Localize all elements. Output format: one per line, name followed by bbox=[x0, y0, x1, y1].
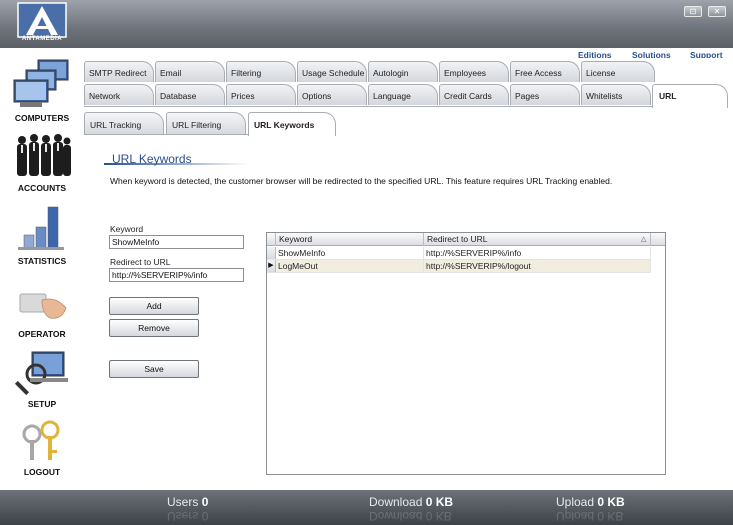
antamedia-logo: ANTAMEDIA bbox=[14, 2, 70, 46]
logo-text: ANTAMEDIA bbox=[21, 36, 63, 42]
sort-arrow-icon: △ bbox=[641, 236, 647, 243]
tab-smtp-redirect[interactable]: SMTP Redirect bbox=[84, 61, 154, 82]
sidebar-item-accounts[interactable]: ACCOUNTS bbox=[0, 132, 84, 193]
sidebar-item-label: SETUP bbox=[27, 399, 57, 409]
tab-divider bbox=[84, 106, 652, 107]
grid-corner bbox=[267, 233, 276, 246]
sidebar-item-setup[interactable]: SETUP bbox=[0, 350, 84, 409]
download-reflection: Download 0 KB bbox=[369, 509, 452, 523]
sidebar-item-label: LOGOUT bbox=[23, 467, 61, 477]
upload-value: 0 KB bbox=[597, 495, 625, 509]
row-indicator bbox=[267, 247, 276, 259]
keyword-input[interactable] bbox=[109, 235, 244, 249]
tab-credit-cards[interactable]: Credit Cards bbox=[439, 84, 509, 105]
redirect-label: Redirect to URL bbox=[110, 257, 171, 267]
statistics-icon bbox=[18, 206, 64, 250]
url-cell: http://%SERVERIP%/logout bbox=[424, 260, 651, 272]
table-row[interactable]: ShowMeInfo http://%SERVERIP%/info bbox=[267, 247, 651, 260]
subtab-url-tracking[interactable]: URL Tracking bbox=[84, 112, 164, 134]
subtab-divider bbox=[84, 134, 248, 135]
keyword-label: Keyword bbox=[110, 224, 144, 234]
download-label: Download bbox=[369, 495, 423, 509]
upload-reflection: Upload 0 KB bbox=[556, 509, 624, 523]
tab-free-access[interactable]: Free Access bbox=[510, 61, 580, 82]
download-status: Download 0 KB bbox=[369, 495, 453, 509]
title-bar: ANTAMEDIA ⊡ ✕ bbox=[0, 0, 733, 48]
tab-prices[interactable]: Prices bbox=[226, 84, 296, 105]
sidebar-item-statistics[interactable]: STATISTICS bbox=[0, 203, 84, 266]
tab-network[interactable]: Network bbox=[84, 84, 154, 105]
logout-icon bbox=[22, 420, 60, 460]
status-bar: Users 0 Download 0 KB Upload 0 KB Users … bbox=[0, 490, 733, 525]
remove-button[interactable]: Remove bbox=[109, 319, 199, 337]
computers-icon bbox=[13, 59, 69, 107]
sidebar-item-logout[interactable]: LOGOUT bbox=[0, 420, 84, 477]
column-header-redirect-url[interactable]: Redirect to URL bbox=[424, 233, 651, 246]
users-reflection: Users 0 bbox=[167, 509, 209, 523]
grid-header: Keyword Redirect to URL △ bbox=[267, 233, 665, 246]
tab-employees[interactable]: Employees bbox=[439, 61, 509, 82]
sidebar-item-label: STATISTICS bbox=[17, 256, 67, 266]
keyword-cell: ShowMeInfo bbox=[276, 247, 424, 259]
add-button[interactable]: Add bbox=[109, 297, 199, 315]
title-underline bbox=[104, 163, 249, 165]
subtab-url-filtering[interactable]: URL Filtering bbox=[166, 112, 246, 134]
save-button[interactable]: Save bbox=[109, 360, 199, 378]
keywords-grid: Keyword Redirect to URL △ ShowMeInfo htt… bbox=[266, 232, 666, 475]
upload-status: Upload 0 KB bbox=[556, 495, 625, 509]
accounts-icon bbox=[17, 134, 71, 176]
users-status: Users 0 bbox=[167, 495, 208, 509]
tab-autologin[interactable]: Autologin bbox=[368, 61, 438, 82]
tab-license[interactable]: License bbox=[581, 61, 655, 82]
setup-icon bbox=[14, 351, 68, 396]
url-cell: http://%SERVERIP%/info bbox=[424, 247, 651, 259]
tab-pages[interactable]: Pages bbox=[510, 84, 580, 105]
close-button[interactable]: ✕ bbox=[708, 6, 726, 17]
keyword-cell: LogMeOut bbox=[276, 260, 424, 272]
users-value: 0 bbox=[201, 495, 209, 509]
tab-whitelists[interactable]: Whitelists bbox=[581, 84, 651, 105]
sidebar-item-label: COMPUTERS bbox=[14, 113, 70, 123]
tab-filtering[interactable]: Filtering bbox=[226, 61, 296, 82]
sidebar-item-label: OPERATOR bbox=[18, 329, 66, 339]
tab-email[interactable]: Email bbox=[155, 61, 225, 82]
content-panel: URL Keywords When keyword is detected, t… bbox=[84, 136, 733, 490]
tab-url[interactable]: URL bbox=[652, 84, 728, 108]
subtab-url-keywords[interactable]: URL Keywords bbox=[248, 112, 336, 136]
column-header-keyword[interactable]: Keyword bbox=[276, 233, 424, 246]
sidebar-item-label: ACCOUNTS bbox=[17, 183, 67, 193]
tab-database[interactable]: Database bbox=[155, 84, 225, 105]
redirect-url-input[interactable] bbox=[109, 268, 244, 282]
sidebar-item-operator[interactable]: OPERATOR bbox=[0, 286, 84, 339]
minimize-button[interactable]: ⊡ bbox=[684, 6, 702, 17]
tab-language[interactable]: Language bbox=[368, 84, 438, 105]
download-value: 0 KB bbox=[425, 495, 454, 509]
sidebar: COMPUTERS ACCOUNTS STATISTICS OPERATOR S… bbox=[0, 48, 84, 490]
current-row-arrow-icon: ▶ bbox=[267, 260, 276, 272]
upload-label: Upload bbox=[556, 495, 595, 509]
operator-icon bbox=[19, 293, 67, 319]
users-label: Users bbox=[167, 495, 199, 509]
tab-options[interactable]: Options bbox=[297, 84, 367, 105]
table-row[interactable]: ▶ LogMeOut http://%SERVERIP%/logout bbox=[267, 260, 651, 273]
tab-usage-schedule[interactable]: Usage Schedule bbox=[297, 61, 367, 82]
page-description: When keyword is detected, the customer b… bbox=[110, 176, 613, 186]
sidebar-item-computers[interactable]: COMPUTERS bbox=[0, 56, 84, 123]
